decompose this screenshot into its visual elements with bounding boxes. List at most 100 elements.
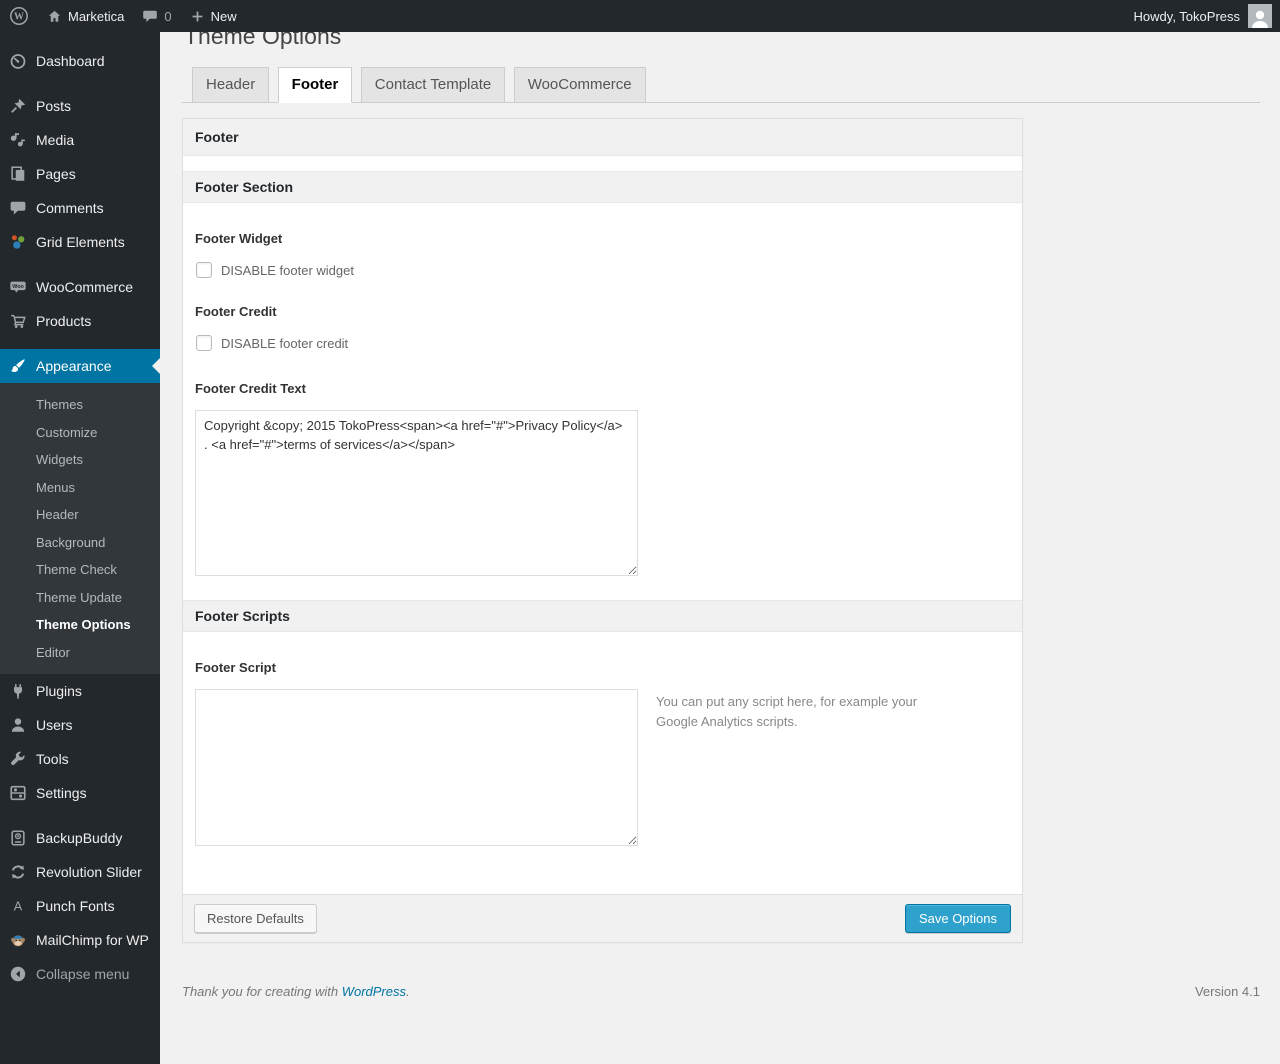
main-content: Theme Options Header Footer Contact Temp…	[160, 0, 1280, 999]
wrench-icon	[8, 749, 28, 769]
footer-credit-text-textarea[interactable]: Copyright &copy; 2015 TokoPress<span><a …	[195, 410, 638, 576]
footer-scripts-body: Footer Script You can put any script her…	[183, 632, 1022, 894]
footer-widget-label: Footer Widget	[195, 231, 283, 246]
wordpress-link[interactable]: WordPress	[342, 984, 406, 999]
save-options-button[interactable]: Save Options	[904, 904, 1011, 933]
submenu-item-menus[interactable]: Menus	[0, 474, 160, 502]
footer-section-body: Footer Widget DISABLE footer widget Foot…	[183, 203, 1022, 600]
sidebar-item-pages[interactable]: Pages	[0, 157, 160, 191]
menu-separator	[0, 810, 160, 821]
sidebar-item-plugins[interactable]: Plugins	[0, 674, 160, 708]
collapse-menu-button[interactable]: Collapse menu	[0, 957, 160, 991]
submenu-item-theme-options[interactable]: Theme Options	[0, 611, 160, 639]
disable-footer-credit-checkbox[interactable]	[196, 335, 212, 351]
admin-sidebar: Dashboard Posts Media Pages Comments Gri…	[0, 32, 160, 1064]
submenu-item-themes[interactable]: Themes	[0, 391, 160, 419]
howdy-user-label[interactable]: Howdy, TokoPress	[1134, 9, 1240, 24]
admin-footer: Thank you for creating with WordPress. V…	[182, 984, 1260, 999]
menu-separator	[0, 78, 160, 89]
cart-icon	[8, 311, 28, 331]
disable-footer-widget-label: DISABLE footer widget	[221, 262, 354, 278]
tab-header[interactable]: Header	[192, 67, 270, 103]
sidebar-item-media[interactable]: Media	[0, 123, 160, 157]
submenu-item-background[interactable]: Background	[0, 529, 160, 557]
pushpin-icon	[8, 96, 28, 116]
footer-group-header: Footer	[183, 119, 1022, 156]
tab-footer[interactable]: Footer	[277, 67, 353, 103]
submenu-item-editor[interactable]: Editor	[0, 639, 160, 667]
footer-script-label: Footer Script	[195, 660, 276, 675]
plugin-icon	[8, 681, 28, 701]
sidebar-item-products[interactable]: Products	[0, 304, 160, 338]
dashboard-icon	[8, 51, 28, 71]
sidebar-item-grid-elements[interactable]: Grid Elements	[0, 225, 160, 259]
grid-elements-icon	[8, 232, 28, 252]
comments-icon	[8, 198, 28, 218]
submenu-item-theme-check[interactable]: Theme Check	[0, 556, 160, 584]
tab-contact-template[interactable]: Contact Template	[360, 67, 506, 103]
submenu-item-theme-update[interactable]: Theme Update	[0, 584, 160, 612]
admin-bar: W Marketica 0 New Howdy, TokoPress	[0, 0, 1280, 32]
sidebar-item-appearance[interactable]: Appearance	[0, 349, 160, 383]
sidebar-item-mailchimp[interactable]: MailChimp for WP	[0, 923, 160, 957]
site-name-link[interactable]: Marketica	[38, 0, 133, 32]
new-content-menu[interactable]: New	[181, 0, 246, 32]
nav-tabs: Header Footer Contact Template WooCommer…	[182, 67, 1260, 103]
svg-text:W: W	[14, 12, 24, 23]
disable-footer-widget-row: DISABLE footer widget	[195, 262, 1010, 278]
theme-options-panel: Footer Footer Section Footer Widget DISA…	[182, 118, 1023, 943]
panel-spacer	[183, 156, 1022, 171]
letter-a-icon: A	[8, 896, 28, 916]
comment-bubble-icon	[142, 8, 158, 24]
footer-script-textarea[interactable]	[195, 689, 638, 846]
restore-defaults-button[interactable]: Restore Defaults	[194, 904, 317, 933]
pages-icon	[8, 164, 28, 184]
footer-script-help-text: You can put any script here, for example…	[656, 694, 918, 729]
version-label: Version 4.1	[1194, 984, 1260, 999]
sidebar-item-users[interactable]: Users	[0, 708, 160, 742]
backup-drive-icon	[8, 828, 28, 848]
refresh-arrows-icon	[8, 862, 28, 882]
panel-footer-bar: Restore Defaults Save Options	[183, 894, 1022, 942]
sidebar-item-revolution-slider[interactable]: Revolution Slider	[0, 855, 160, 889]
media-notes-icon	[8, 130, 28, 150]
footer-credit-label: Footer Credit	[195, 304, 277, 319]
disable-footer-credit-row: DISABLE footer credit	[195, 335, 1010, 351]
sidebar-item-punch-fonts[interactable]: A Punch Fonts	[0, 889, 160, 923]
tab-woocommerce[interactable]: WooCommerce	[513, 67, 646, 103]
disable-footer-widget-checkbox[interactable]	[196, 262, 212, 278]
thanks-period: .	[406, 984, 410, 999]
submenu-item-customize[interactable]: Customize	[0, 419, 160, 447]
footer-section-header: Footer Section	[183, 171, 1022, 203]
woocommerce-icon: Woo	[8, 277, 28, 297]
mailchimp-monkey-icon	[8, 930, 28, 950]
sidebar-item-backupbuddy[interactable]: BackupBuddy	[0, 821, 160, 855]
sidebar-item-posts[interactable]: Posts	[0, 89, 160, 123]
sidebar-item-tools[interactable]: Tools	[0, 742, 160, 776]
sidebar-item-dashboard[interactable]: Dashboard	[0, 44, 160, 78]
wordpress-logo-icon: W	[9, 6, 29, 26]
sidebar-item-comments[interactable]: Comments	[0, 191, 160, 225]
footer-credit-text-label: Footer Credit Text	[195, 381, 306, 396]
comments-indicator[interactable]: 0	[133, 0, 180, 32]
new-label: New	[210, 8, 237, 24]
user-avatar[interactable]	[1248, 4, 1272, 28]
paintbrush-icon	[8, 356, 28, 376]
wordpress-logo-menu[interactable]: W	[0, 0, 38, 32]
comments-count: 0	[164, 8, 172, 24]
site-name-label: Marketica	[68, 8, 125, 24]
svg-text:A: A	[14, 900, 23, 914]
sidebar-item-settings[interactable]: Settings	[0, 776, 160, 810]
footer-thanks-text: Thank you for creating with WordPress.	[182, 984, 410, 999]
submenu-item-header[interactable]: Header	[0, 501, 160, 529]
menu-separator	[0, 259, 160, 270]
menu-separator	[0, 338, 160, 349]
thanks-prefix: Thank you for creating with	[182, 984, 339, 999]
footer-scripts-header: Footer Scripts	[183, 600, 1022, 632]
submenu-item-widgets[interactable]: Widgets	[0, 446, 160, 474]
disable-footer-credit-label: DISABLE footer credit	[221, 335, 349, 351]
sidebar-item-woocommerce[interactable]: Woo WooCommerce	[0, 270, 160, 304]
collapse-arrow-icon	[8, 964, 28, 984]
home-icon	[47, 9, 62, 24]
settings-sliders-icon	[8, 783, 28, 803]
